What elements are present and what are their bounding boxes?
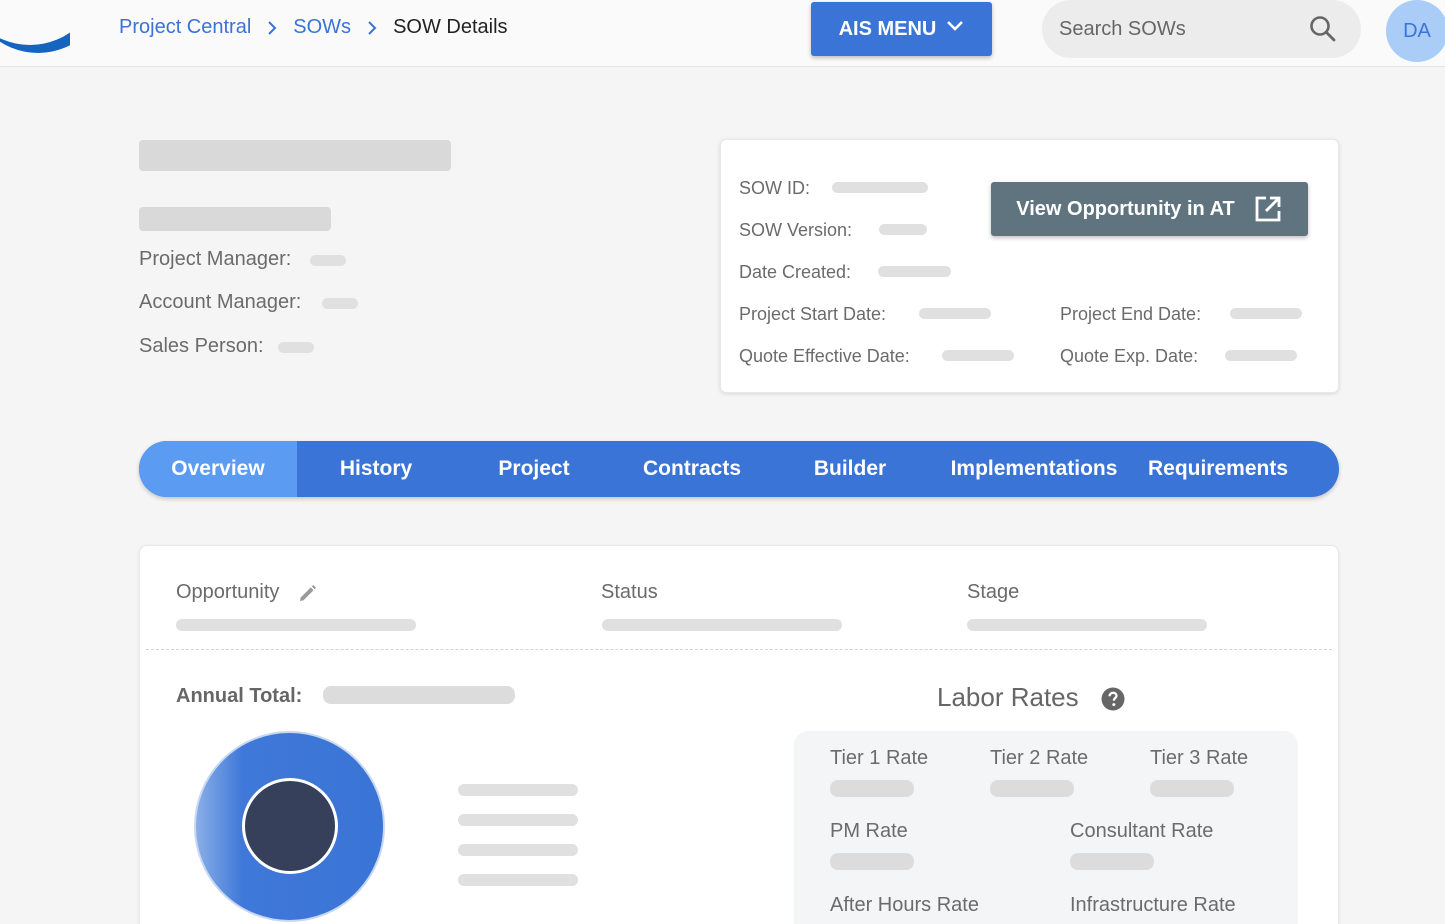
quote-exp-date-label: Quote Exp. Date: [1060,346,1199,366]
breadcrumb-sows[interactable]: SOWs [293,16,351,39]
breadcrumb-project-central[interactable]: Project Central [119,16,251,39]
legend-skeleton-line [458,784,578,796]
legend-skeleton-line [458,844,578,856]
chevron-right-icon [251,20,293,35]
sales-person-label: Sales Person: [139,335,264,357]
breadcrumb: Project Central SOWs SOW Details [119,16,508,39]
tab-project[interactable]: Project [455,441,613,497]
pm-rate-label: PM Rate [830,820,908,842]
tier3-rate-label: Tier 3 Rate [1150,747,1249,769]
after-hours-rate-label: After Hours Rate [830,894,979,916]
date-created-label: Date Created: [739,262,852,282]
chevron-down-icon [946,17,964,41]
annual-total-label: Annual Total: [176,685,303,707]
quote-effective-date-skeleton [942,350,1014,361]
consultant-rate-skeleton [1070,853,1154,870]
project-start-date-skeleton [919,308,991,319]
project-end-date-label: Project End Date: [1060,304,1202,324]
sow-tabs: Overview History Project Contracts Build… [139,441,1339,497]
opportunity-label: Opportunity [176,581,280,603]
project-end-date-skeleton [1230,308,1302,319]
account-manager-skeleton [322,298,358,309]
account-manager-label: Account Manager: [139,291,302,313]
brand-corner-decoration [0,0,70,56]
sow-id-label: SOW ID: [739,178,810,198]
tier3-rate-skeleton [1150,780,1234,797]
tier1-rate-label: Tier 1 Rate [830,747,929,769]
stage-skeleton [967,619,1207,631]
external-link-icon [1255,196,1281,222]
consultant-rate-label: Consultant Rate [1070,820,1214,842]
status-skeleton [602,619,842,631]
infrastructure-rate-label: Infrastructure Rate [1070,894,1236,916]
search-input[interactable] [1059,14,1299,44]
search-icon[interactable] [1308,14,1338,44]
project-title-skeleton [139,140,451,171]
tab-requirements[interactable]: Requirements [1139,441,1297,497]
annual-total-skeleton [323,686,515,704]
section-divider [146,649,1332,650]
search-box [1042,0,1361,58]
quote-exp-date-skeleton [1225,350,1297,361]
date-created-skeleton [878,266,951,277]
pm-rate-skeleton [830,853,914,870]
legend-skeleton-line [458,814,578,826]
ais-menu-button[interactable]: AIS MENU [811,2,992,56]
tab-contracts[interactable]: Contracts [613,441,771,497]
sales-person-skeleton [278,342,314,353]
project-manager-label: Project Manager: [139,248,292,270]
help-icon[interactable] [1101,687,1125,711]
tab-builder[interactable]: Builder [771,441,929,497]
ais-menu-label: AIS MENU [838,17,937,40]
pencil-icon[interactable] [298,584,317,603]
stage-label: Stage [967,581,1020,603]
donut-center [242,778,338,874]
status-label: Status [601,581,658,603]
tier2-rate-skeleton [990,780,1074,797]
sow-version-label: SOW Version: [739,220,853,240]
tier2-rate-label: Tier 2 Rate [990,747,1089,769]
chevron-right-icon [351,20,393,35]
legend-skeleton-line [458,874,578,886]
quote-effective-date-label: Quote Effective Date: [739,346,910,366]
tab-history[interactable]: History [297,441,455,497]
tab-implementations[interactable]: Implementations [929,441,1139,497]
opportunity-skeleton [176,619,416,631]
sow-version-skeleton [879,224,927,235]
project-subtitle-skeleton [139,207,331,231]
sow-id-skeleton [832,182,928,193]
tab-overview[interactable]: Overview [139,441,297,497]
user-avatar[interactable]: DA [1386,0,1445,62]
tier1-rate-skeleton [830,780,914,797]
labor-rates-title: Labor Rates [937,682,1079,712]
view-opportunity-label: View Opportunity in AT [1016,197,1235,220]
view-opportunity-button[interactable]: View Opportunity in AT [991,182,1308,236]
project-start-date-label: Project Start Date: [739,304,887,324]
breadcrumb-current: SOW Details [393,16,508,38]
project-manager-skeleton [310,255,346,266]
